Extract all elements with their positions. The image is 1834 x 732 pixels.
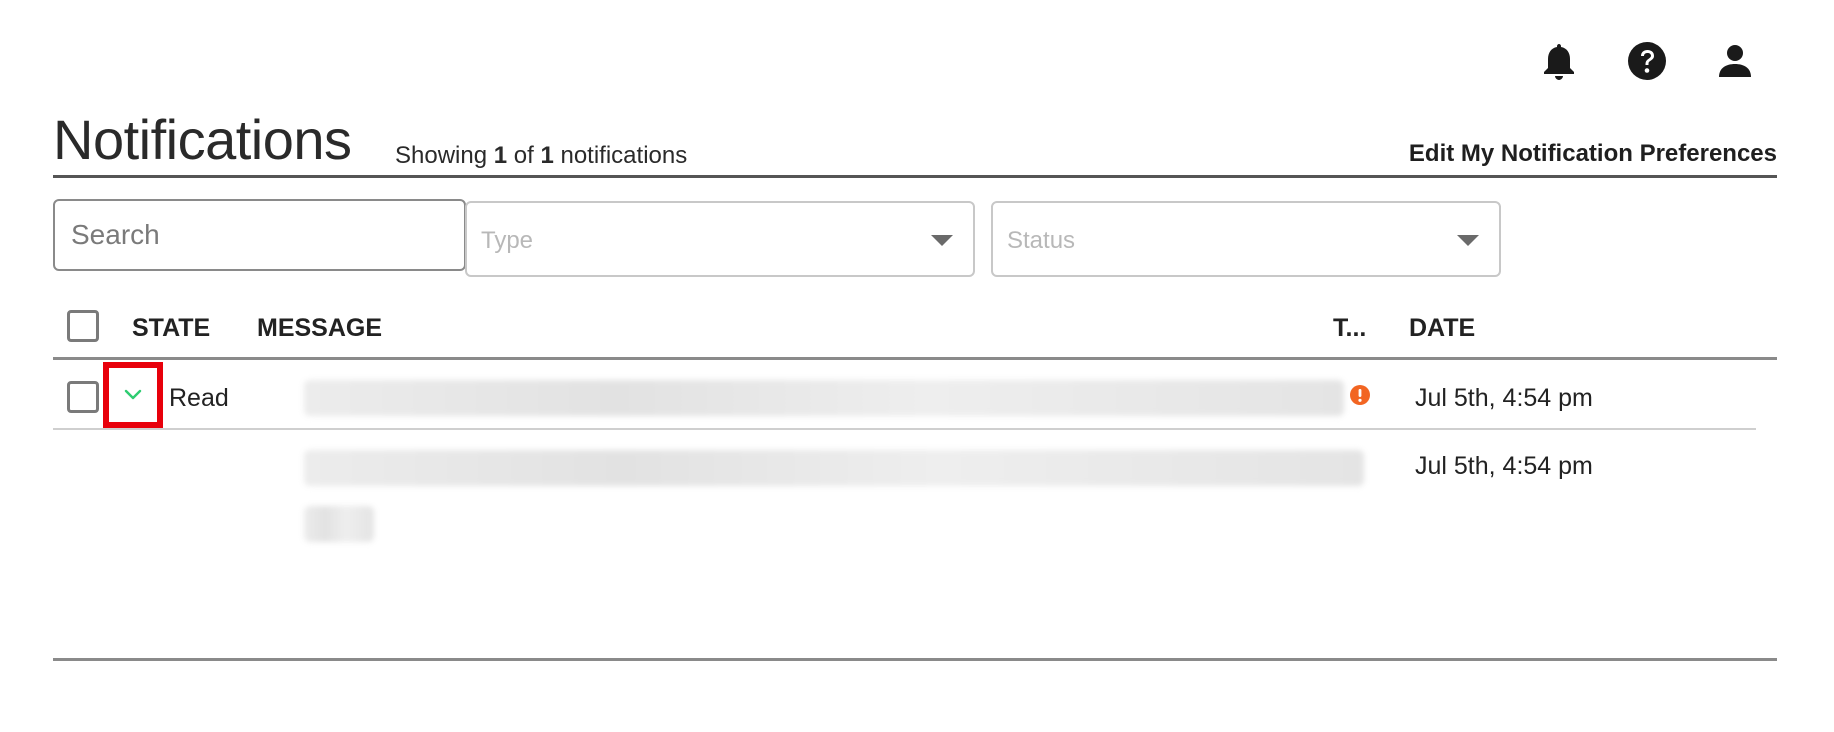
row-state: Read (169, 384, 229, 412)
table-bottom-divider (53, 658, 1777, 661)
status-select-placeholder: Status (1007, 227, 1076, 254)
search-input[interactable] (53, 199, 466, 271)
expand-row-button[interactable] (103, 362, 163, 428)
user-icon[interactable] (1714, 40, 1756, 82)
showing-current: 1 (493, 142, 508, 169)
column-header-type[interactable]: T... (1333, 314, 1366, 343)
showing-count: Showing 1 of 1 notifications (395, 142, 687, 170)
edit-notification-preferences-link[interactable]: Edit My Notification Preferences (1409, 140, 1777, 168)
expanded-date: Jul 5th, 4:54 pm (1415, 452, 1593, 480)
showing-of: of (513, 142, 534, 169)
bell-icon[interactable] (1538, 40, 1580, 82)
table-row[interactable]: Read Jul 5th, 4:54 pm (53, 362, 1756, 430)
select-all-checkbox[interactable] (67, 310, 99, 342)
chevron-down-icon (124, 389, 142, 400)
showing-prefix: Showing (395, 142, 488, 169)
expanded-message-redacted (304, 506, 374, 542)
alert-circle-icon (1350, 385, 1370, 405)
page-header: Notifications Showing 1 of 1 notificatio… (53, 110, 1777, 178)
column-header-date[interactable]: DATE (1409, 314, 1475, 343)
table-header: STATE MESSAGE T... DATE (53, 298, 1777, 360)
row-date: Jul 5th, 4:54 pm (1415, 384, 1593, 412)
column-header-message[interactable]: MESSAGE (257, 314, 382, 343)
type-select-placeholder: Type (481, 227, 534, 254)
row-message-redacted (304, 380, 1344, 416)
column-header-state[interactable]: STATE (132, 314, 210, 343)
type-select[interactable]: Type (465, 201, 975, 277)
row-checkbox[interactable] (67, 381, 99, 413)
expanded-row-details: Jul 5th, 4:54 pm (53, 432, 1777, 612)
showing-suffix: notifications (560, 142, 688, 169)
showing-total: 1 (540, 142, 554, 169)
expanded-message-redacted (304, 450, 1364, 486)
status-select[interactable]: Status (991, 201, 1501, 277)
top-toolbar (1492, 40, 1756, 82)
caret-down-icon (931, 235, 953, 246)
help-icon[interactable] (1626, 40, 1668, 82)
caret-down-icon (1457, 235, 1479, 246)
page-title: Notifications (53, 108, 352, 171)
